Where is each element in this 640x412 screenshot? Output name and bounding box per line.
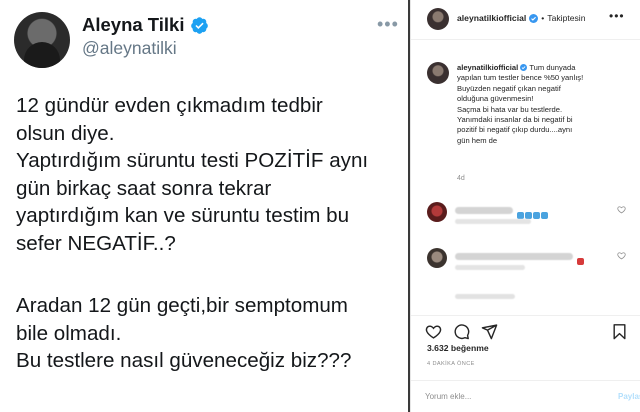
red-heart-icon bbox=[577, 258, 584, 265]
comment-bar: Yorum ekle... Paylaş bbox=[411, 380, 640, 412]
comment bbox=[427, 248, 627, 274]
post-caption: aleynatilkiofficial Tum dunyada yapılan … bbox=[457, 63, 621, 146]
view-replies-line[interactable] bbox=[455, 294, 515, 299]
following-label[interactable]: Takiptesin bbox=[547, 13, 585, 23]
caption-line: Saçma bi hata var bu testlerde. bbox=[457, 104, 563, 114]
like-count[interactable]: 3.632 beğenme bbox=[427, 343, 489, 353]
bookmark-icon[interactable] bbox=[611, 323, 628, 340]
like-comment-icon[interactable] bbox=[617, 205, 626, 214]
post-author: aleynatilkiofficial • Takiptesin bbox=[457, 13, 586, 23]
comment bbox=[427, 202, 627, 228]
tweet-line: bile olmadı. bbox=[16, 321, 122, 345]
tweet-line: Yaptırdığım süruntu testi POZİTİF aynı bbox=[16, 149, 369, 172]
emoji-row bbox=[577, 252, 585, 270]
tweet-paragraph-2: Aradan 12 gün geçti,bir semptomum bile o… bbox=[16, 292, 402, 375]
more-horizontal-icon[interactable]: ••• bbox=[609, 9, 625, 23]
author-handle[interactable]: @aleynatilki bbox=[82, 38, 177, 59]
blue-heart-icon bbox=[517, 212, 524, 219]
tweet-line: olsun diye. bbox=[16, 121, 115, 145]
avatar[interactable] bbox=[427, 8, 449, 30]
tweet-author[interactable]: Aleyna Tilki bbox=[82, 14, 209, 36]
post-age[interactable]: 4d bbox=[457, 175, 465, 182]
tweet-line: gün birkaç saat sonra tekrar bbox=[16, 176, 272, 200]
tweet-line: 12 gündür evden çıkmadım tedbir bbox=[16, 94, 323, 117]
caption-line: Tum dunyada bbox=[529, 63, 576, 72]
author-name[interactable]: Aleyna Tilki bbox=[82, 14, 184, 36]
tweet-card: Aleyna Tilki @aleynatilki ••• 12 gündür … bbox=[0, 0, 408, 412]
blurred-username bbox=[455, 253, 573, 260]
more-horizontal-icon[interactable]: ••• bbox=[377, 14, 399, 35]
avatar[interactable] bbox=[427, 202, 447, 222]
heart-icon[interactable] bbox=[425, 323, 442, 340]
post-header: aleynatilkiofficial • Takiptesin ••• bbox=[411, 0, 640, 40]
tweet-line: yaptırdığım kan ve süruntu testim bu bbox=[16, 204, 350, 227]
avatar[interactable] bbox=[427, 62, 449, 84]
blue-heart-icon bbox=[541, 212, 548, 219]
blue-heart-icon bbox=[525, 212, 532, 219]
tweet-line: Bu testlere nasıl güveneceğiz biz??? bbox=[16, 349, 352, 372]
verified-badge-icon bbox=[529, 13, 539, 23]
caption-line: gün hem de bbox=[457, 135, 498, 145]
instagram-post-panel: aleynatilkiofficial • Takiptesin ••• ale… bbox=[410, 0, 640, 412]
blurred-meta bbox=[455, 265, 525, 270]
like-comment-icon[interactable] bbox=[617, 251, 626, 260]
comment-icon[interactable] bbox=[453, 323, 470, 340]
post-actions bbox=[411, 315, 640, 345]
author-username[interactable]: aleynatilkiofficial bbox=[457, 13, 526, 23]
caption-line: Buyüzden negatif çıkan negatif bbox=[457, 83, 561, 93]
caption-line: Yanımdaki insanlar da bi negatif bi bbox=[457, 115, 573, 125]
tweet-paragraph-1: 12 gündür evden çıkmadım tedbir olsun di… bbox=[16, 92, 402, 257]
blurred-meta bbox=[455, 219, 531, 224]
caption-line: yapılan tum testler bence %50 yanlış! bbox=[457, 73, 584, 83]
blurred-username bbox=[455, 207, 513, 214]
verified-badge-icon bbox=[520, 64, 528, 71]
tweet-line: sefer NEGATİF..? bbox=[16, 231, 176, 255]
comment-input[interactable]: Yorum ekle... bbox=[425, 392, 471, 401]
avatar[interactable] bbox=[14, 12, 70, 68]
caption-line: olduğuna güvenmesin! bbox=[457, 94, 534, 104]
caption-username[interactable]: aleynatilkiofficial bbox=[457, 63, 518, 72]
caption-line: pozitif bi negatif çıkıp durdu....aynı bbox=[457, 125, 573, 135]
post-comment-button[interactable]: Paylaş bbox=[618, 392, 640, 401]
verified-badge-icon bbox=[191, 16, 209, 34]
avatar[interactable] bbox=[427, 248, 447, 268]
blue-heart-icon bbox=[533, 212, 540, 219]
separator: • bbox=[541, 13, 545, 23]
tweet-line: Aradan 12 gün geçti,bir semptomum bbox=[16, 294, 348, 317]
share-icon[interactable] bbox=[481, 323, 498, 340]
post-timestamp[interactable]: 4 DAKİKA ÖNCE bbox=[427, 361, 475, 367]
